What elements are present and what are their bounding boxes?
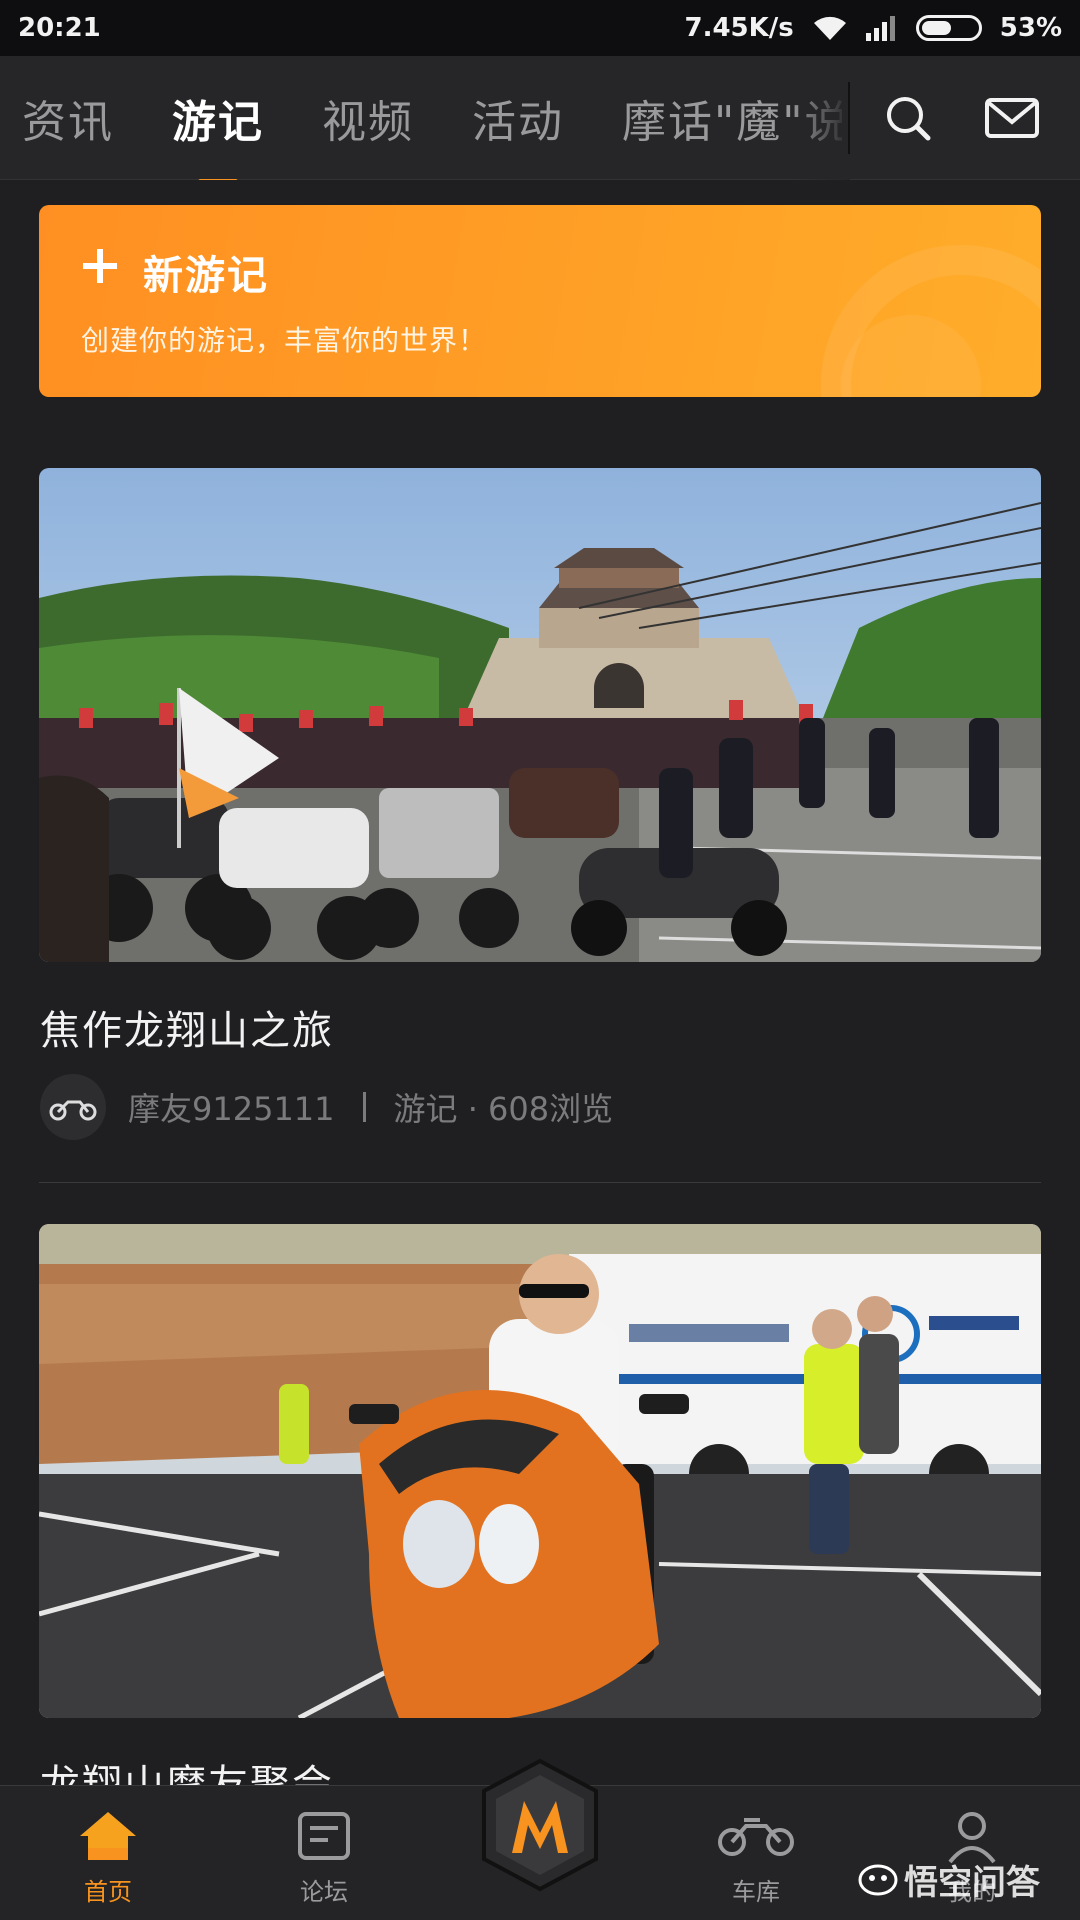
tab-activities[interactable]: 活动	[472, 86, 564, 150]
post-author[interactable]: 摩友9125111	[128, 1084, 335, 1130]
motorcycle-icon	[718, 1818, 794, 1856]
network-speed: 7.45K/s	[684, 13, 794, 43]
meta-separator	[362, 1092, 366, 1122]
post-meta: 摩友9125111 游记 · 608浏览	[40, 1074, 613, 1140]
post-divider	[39, 1182, 1041, 1183]
mail-icon[interactable]	[984, 92, 1040, 144]
status-bar: 20:21 7.45K/s 53%	[0, 0, 1080, 56]
orange-motorcycle-photo	[39, 1224, 1041, 1718]
wifi-icon	[813, 16, 846, 40]
motorcycle-avatar-icon	[49, 1100, 97, 1121]
tab-travelogue-label: 游记	[172, 97, 264, 148]
m-logo-icon[interactable]	[478, 1757, 602, 1893]
post-category-views: 游记 · 608浏览	[393, 1090, 614, 1128]
plus-icon	[83, 249, 117, 283]
nav-divider	[848, 82, 850, 154]
post-title[interactable]: 焦作龙翔山之旅	[40, 998, 334, 1056]
nav-home[interactable]: 首页	[48, 1808, 168, 1907]
post-image[interactable]	[39, 1224, 1041, 1718]
tab-news[interactable]: 资讯	[22, 86, 114, 150]
wukong-logo-icon	[858, 1864, 898, 1895]
motorcycle-rally-photo	[39, 468, 1041, 962]
top-nav: 资讯 游记 视频 活动 摩话"魔"说	[0, 56, 1080, 180]
battery-icon	[915, 15, 982, 41]
active-tab-indicator	[198, 179, 238, 180]
post-image[interactable]	[39, 468, 1041, 962]
category-tabs: 资讯 游记 视频 活动 摩话"魔"说	[22, 56, 842, 180]
avatar[interactable]	[40, 1074, 106, 1140]
status-indicators: 7.45K/s 53%	[684, 13, 1062, 43]
banner-title: 新游记	[143, 253, 269, 299]
tab-travelogue[interactable]: 游记	[172, 86, 264, 180]
banner-subtitle: 创建你的游记，丰富你的世界！	[81, 324, 488, 357]
tab-video[interactable]: 视频	[322, 86, 414, 150]
home-icon	[80, 1812, 136, 1860]
status-time: 20:21	[18, 13, 101, 43]
search-icon[interactable]	[882, 92, 934, 144]
nav-garage[interactable]: 车库	[696, 1808, 816, 1907]
cellular-signal-icon	[865, 16, 895, 41]
nav-forum-label: 论坛	[300, 1878, 348, 1906]
nav-home-label: 首页	[84, 1878, 132, 1906]
nav-forum[interactable]: 论坛	[264, 1808, 384, 1907]
tabs-fade	[790, 56, 850, 180]
forum-icon	[298, 1812, 350, 1860]
watermark: 悟空问答	[858, 1855, 1040, 1904]
watermark-text: 悟空问答	[904, 1863, 1040, 1903]
battery-level	[921, 21, 951, 35]
new-travelogue-banner[interactable]: 新游记 创建你的游记，丰富你的世界！	[39, 205, 1041, 397]
nav-garage-label: 车库	[732, 1878, 780, 1906]
battery-percent: 53%	[999, 13, 1062, 43]
